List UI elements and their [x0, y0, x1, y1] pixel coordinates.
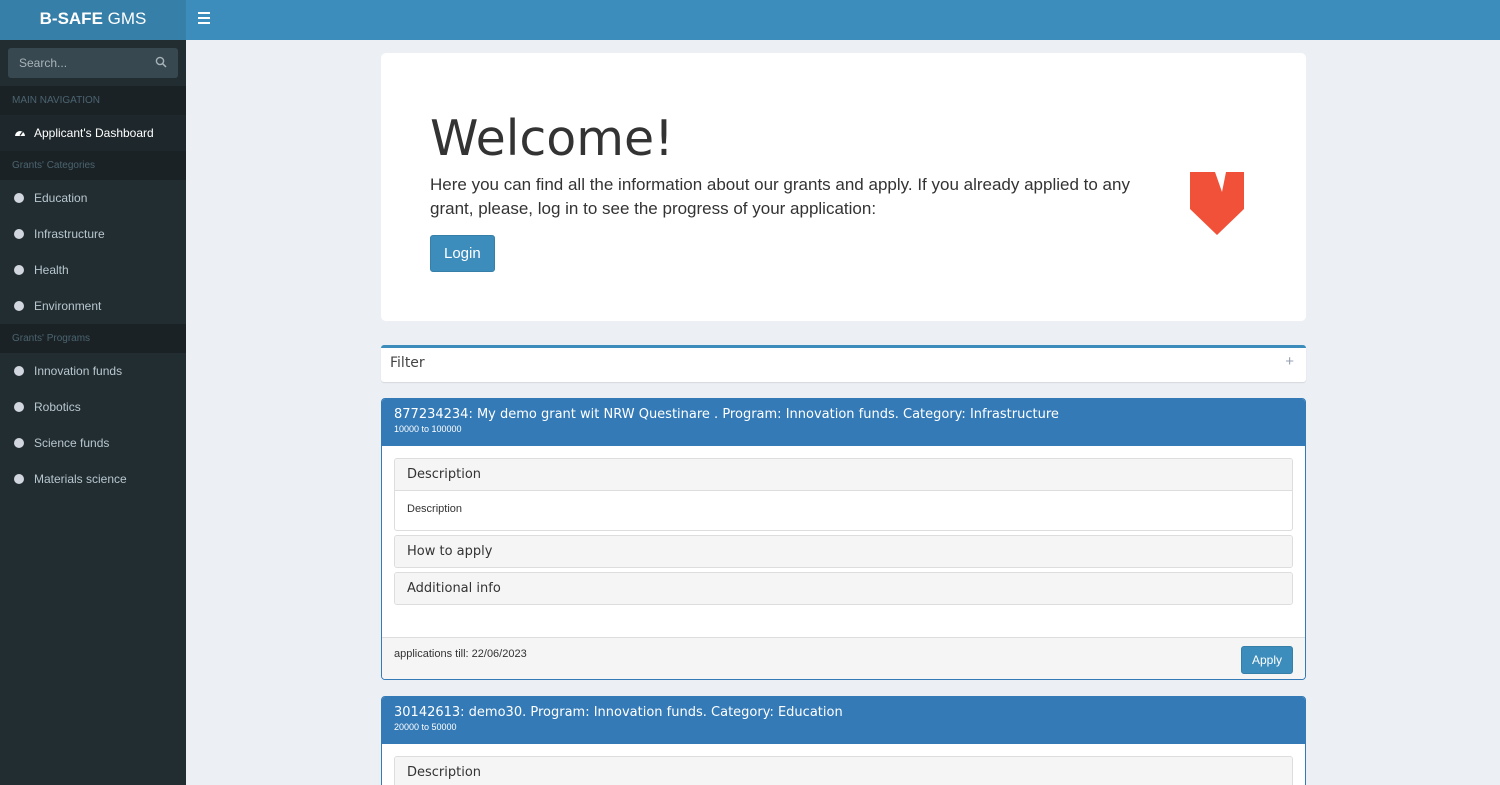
sidebar-item-materials-science[interactable]: Materials science — [0, 461, 186, 497]
sidebar-item-label: Robotics — [34, 400, 81, 414]
welcome-text: Here you can find all the information ab… — [430, 175, 1130, 218]
search-input[interactable] — [8, 48, 178, 78]
sidebar-item-label: Materials science — [34, 472, 127, 486]
main-content: Welcome! Here you can find all the infor… — [381, 53, 1306, 785]
circle-icon — [14, 229, 24, 239]
sidebar-item-environment[interactable]: Environment — [0, 288, 186, 324]
sidebar-item-robotics[interactable]: Robotics — [0, 389, 186, 425]
welcome-panel: Welcome! Here you can find all the infor… — [381, 53, 1306, 321]
sidebar: B-SAFE GMS MAIN NAVIGATION Applicant's D… — [0, 0, 186, 785]
grant-footer: applications till: 22/06/2023 Apply — [382, 637, 1305, 679]
apply-button[interactable]: Apply — [1240, 646, 1293, 674]
sidebar-item-label: Infrastructure — [34, 227, 105, 241]
sidebar-item-label: Applicant's Dashboard — [34, 126, 154, 140]
expand-plus-icon[interactable]: + — [1285, 353, 1294, 370]
categories-header: Grants' Categories — [0, 151, 186, 180]
accordion-header[interactable]: How to apply — [395, 536, 1292, 567]
sidebar-item-label: Science funds — [34, 436, 110, 450]
grant-header: 30142613: demo30. Program: Innovation fu… — [382, 697, 1305, 744]
sidebar-item-dashboard[interactable]: Applicant's Dashboard — [0, 115, 186, 151]
grant-card: 877234234: My demo grant wit NRW Questin… — [381, 398, 1306, 680]
brand-logo[interactable]: B-SAFE GMS — [0, 0, 186, 40]
menu-toggle-icon[interactable] — [198, 12, 210, 26]
sidebar-item-label: Environment — [34, 299, 102, 313]
sidebar-item-innovation-funds[interactable]: Innovation funds — [0, 353, 186, 389]
accordion-description: Description Description — [394, 458, 1293, 531]
grant-title: 30142613: demo30. Program: Innovation fu… — [394, 705, 843, 720]
circle-icon — [14, 301, 24, 311]
sidebar-search — [0, 40, 186, 86]
grant-card: 30142613: demo30. Program: Innovation fu… — [381, 696, 1306, 785]
accordion-additional-info: Additional info — [394, 572, 1293, 605]
brand-bold: B-SAFE — [39, 9, 103, 28]
accordion-how-to-apply: How to apply — [394, 535, 1293, 568]
sidebar-item-label: Innovation funds — [34, 364, 123, 378]
grant-range: 20000 to 50000 — [394, 722, 457, 732]
accordion-header[interactable]: Description — [395, 757, 1292, 785]
main-nav-header: MAIN NAVIGATION — [0, 86, 186, 115]
application-deadline: applications till: 22/06/2023 — [394, 648, 527, 660]
sidebar-item-science-funds[interactable]: Science funds — [0, 425, 186, 461]
circle-icon — [14, 265, 24, 275]
search-icon[interactable] — [155, 56, 167, 68]
top-navbar — [186, 0, 1500, 40]
shield-logo-icon — [1190, 172, 1244, 235]
accordion-header[interactable]: Description — [395, 459, 1292, 490]
filter-title: Filter — [390, 355, 425, 371]
accordion-header[interactable]: Additional info — [395, 573, 1292, 604]
programs-header: Grants' Programs — [0, 324, 186, 353]
circle-icon — [14, 402, 24, 412]
grant-body: Description — [382, 744, 1305, 785]
login-button[interactable]: Login — [430, 235, 495, 272]
dashboard-icon — [15, 131, 25, 136]
circle-icon — [14, 366, 24, 376]
grant-body: Description Description How to apply Add… — [382, 446, 1305, 637]
search-box — [8, 48, 178, 78]
sidebar-item-label: Education — [34, 191, 88, 205]
sidebar-item-education[interactable]: Education — [0, 180, 186, 216]
grant-title: 877234234: My demo grant wit NRW Questin… — [394, 407, 1059, 422]
brand-light: GMS — [107, 9, 147, 28]
grant-range: 10000 to 100000 — [394, 424, 462, 434]
circle-icon — [14, 474, 24, 484]
welcome-title: Welcome! — [430, 110, 674, 167]
circle-icon — [14, 438, 24, 448]
accordion-description: Description — [394, 756, 1293, 785]
sidebar-item-infrastructure[interactable]: Infrastructure — [0, 216, 186, 252]
accordion-body: Description — [395, 490, 1292, 530]
sidebar-item-label: Health — [34, 263, 69, 277]
sidebar-item-health[interactable]: Health — [0, 252, 186, 288]
filter-panel[interactable]: Filter + — [381, 345, 1306, 382]
grant-header: 877234234: My demo grant wit NRW Questin… — [382, 399, 1305, 446]
circle-icon — [14, 193, 24, 203]
